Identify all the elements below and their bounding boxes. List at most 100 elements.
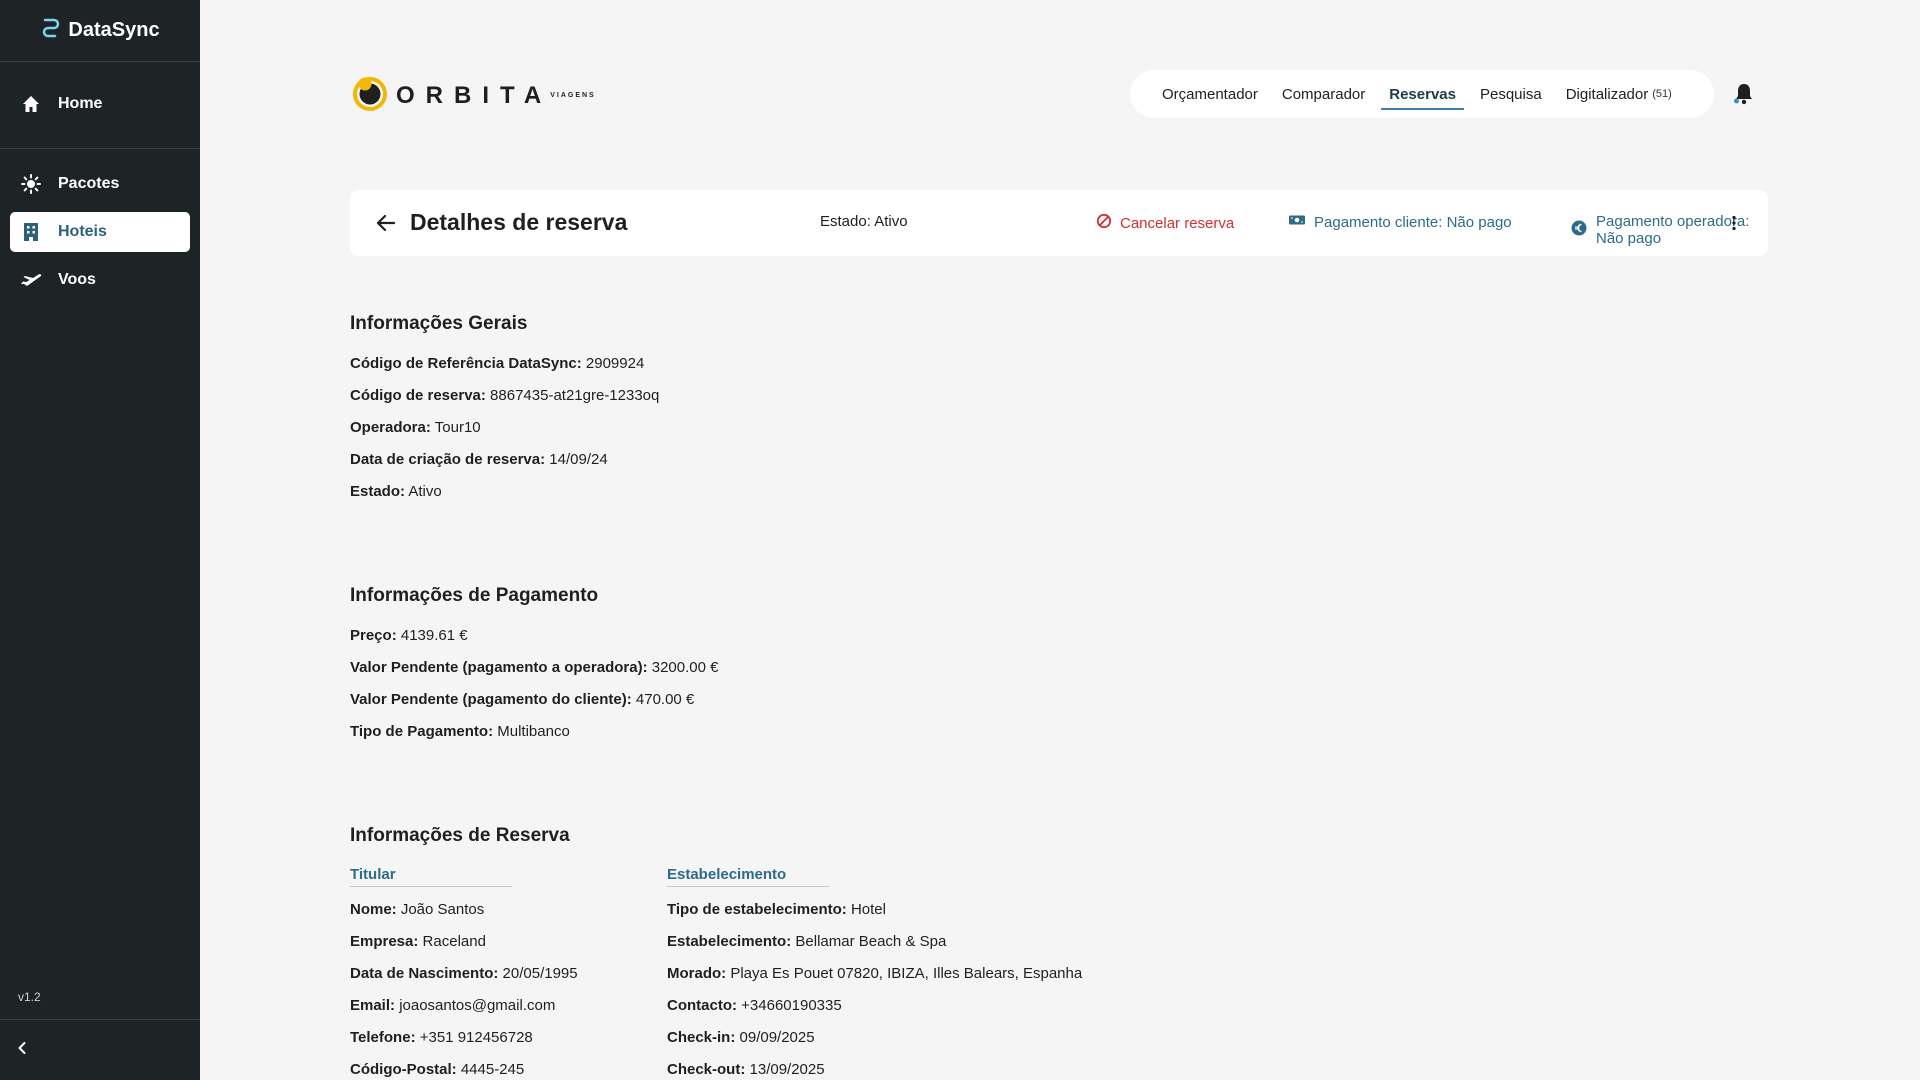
airplane-icon xyxy=(20,269,42,291)
sidebar-item-label: Home xyxy=(58,95,103,112)
booking-header: Detalhes de reserva Estado: Ativo Cancel… xyxy=(350,190,1768,256)
sidebar-item-voos[interactable]: Voos xyxy=(10,260,190,300)
general-row-booking-code: Código de reserva: 8867435-at21gre-1233o… xyxy=(350,387,659,404)
booking-status: Estado: Ativo xyxy=(820,213,908,230)
field-value: 13/09/2025 xyxy=(749,1061,825,1078)
field-label: Valor Pendente (pagamento a operadora): xyxy=(350,659,648,676)
field-value: Raceland xyxy=(422,933,486,950)
chevron-left-icon xyxy=(14,1040,30,1061)
establishment-row-address: Morado: Playa Es Pouet 07820, IBIZA, Ill… xyxy=(667,965,1082,982)
field-value: 14/09/24 xyxy=(549,451,608,468)
holder-row-company: Empresa: Raceland xyxy=(350,933,486,950)
field-label: Tipo de Pagamento: xyxy=(350,723,494,740)
topnav-label: Reservas xyxy=(1389,85,1456,103)
sidebar-divider xyxy=(0,148,200,149)
top-navigation: Orçamentador Comparador Reservas Pesquis… xyxy=(1130,70,1714,118)
field-label: Email: xyxy=(350,997,396,1014)
holder-subheading: Titular xyxy=(350,866,512,887)
main-content: ORBITA VIAGENS Orçamentador Comparador R… xyxy=(200,0,1920,1080)
general-row-status: Estado: Ativo xyxy=(350,483,442,500)
notifications-button[interactable] xyxy=(1732,82,1756,106)
field-value: Multibanco xyxy=(497,723,570,740)
field-value: Bellamar Beach & Spa xyxy=(795,933,947,950)
cancel-booking-label: Cancelar reserva xyxy=(1120,214,1235,232)
field-label: Check-out: xyxy=(667,1061,746,1078)
sidebar-item-home[interactable]: Home xyxy=(10,84,190,124)
field-value: 3200.00 € xyxy=(651,659,719,676)
establishment-row-type: Tipo de estabelecimento: Hotel xyxy=(667,901,886,918)
establishment-subheading: Estabelecimento xyxy=(667,866,829,887)
block-icon xyxy=(1096,213,1112,233)
payment-row-client-pending: Valor Pendente (pagamento do cliente): 4… xyxy=(350,691,694,708)
more-options-button[interactable] xyxy=(1722,211,1746,235)
datasync-logo-icon xyxy=(40,17,60,44)
bell-icon xyxy=(1732,84,1756,110)
field-label: Nome: xyxy=(350,901,397,918)
field-value: Ativo xyxy=(408,483,442,500)
field-label: Tipo de estabelecimento: xyxy=(667,901,847,918)
app-name: DataSync xyxy=(68,19,160,41)
establishment-row-checkout: Check-out: 13/09/2025 xyxy=(667,1061,825,1078)
topnav-reservas[interactable]: Reservas xyxy=(1381,70,1464,118)
page-title: Detalhes de reserva xyxy=(410,209,628,235)
payment-row-price: Preço: 4139.61 € xyxy=(350,627,468,644)
digitalizador-count-badge: (51) xyxy=(1652,88,1672,100)
topnav-pesquisa[interactable]: Pesquisa xyxy=(1472,70,1550,118)
field-value: 09/09/2025 xyxy=(739,1029,815,1046)
topnav-label: Digitalizador xyxy=(1565,85,1649,103)
field-label: Estado: xyxy=(350,483,406,500)
logo-subtitle: VIAGENS xyxy=(550,92,596,99)
sun-icon xyxy=(20,173,42,195)
field-value: 470.00 € xyxy=(635,691,695,708)
collapse-sidebar-button[interactable] xyxy=(0,1019,200,1080)
field-label: Data de criação de reserva: xyxy=(350,451,546,468)
cancel-booking-button[interactable]: Cancelar reserva xyxy=(1096,213,1234,233)
field-label: Estabelecimento: xyxy=(667,933,792,950)
sidebar-item-hoteis[interactable]: Hoteis xyxy=(10,212,190,252)
topnav-comparador[interactable]: Comparador xyxy=(1274,70,1373,118)
general-info-title: Informações Gerais xyxy=(350,313,528,334)
arrow-left-icon xyxy=(374,214,398,239)
sidebar-item-pacotes[interactable]: Pacotes xyxy=(10,164,190,204)
field-label: Empresa: xyxy=(350,933,419,950)
logo-wordmark: ORBITA xyxy=(396,81,553,109)
back-button[interactable] xyxy=(374,211,398,235)
establishment-row-name: Estabelecimento: Bellamar Beach & Spa xyxy=(667,933,946,950)
field-value: 2909924 xyxy=(585,355,645,372)
field-label: Operadora: xyxy=(350,419,431,436)
topnav-orcamentador[interactable]: Orçamentador xyxy=(1154,70,1266,118)
topnav-label: Pesquisa xyxy=(1479,85,1542,103)
field-value: Playa Es Pouet 07820, IBIZA, Illes Balea… xyxy=(730,965,1083,982)
holder-row-name: Nome: João Santos xyxy=(350,901,484,918)
general-row-created: Data de criação de reserva: 14/09/24 xyxy=(350,451,608,468)
field-label: Morado: xyxy=(667,965,727,982)
field-value: +34660190335 xyxy=(741,997,842,1014)
field-value: 8867435-at21gre-1233oq xyxy=(490,387,660,404)
field-value: 20/05/1995 xyxy=(502,965,578,982)
topnav-digitalizador[interactable]: Digitalizador (51) xyxy=(1558,70,1680,118)
sidebar-item-label: Voos xyxy=(58,271,96,288)
field-label: Contacto: xyxy=(667,997,737,1014)
holder-row-postal: Código-Postal: 4445-245 xyxy=(350,1061,524,1078)
establishment-row-checkin: Check-in: 09/09/2025 xyxy=(667,1029,815,1046)
field-value: João Santos xyxy=(400,901,485,918)
orbita-logo[interactable]: ORBITA VIAGENS xyxy=(350,73,596,118)
home-icon xyxy=(20,93,42,115)
field-value: 4139.61 € xyxy=(400,627,468,644)
field-label: Check-in: xyxy=(667,1029,736,1046)
app-brand[interactable]: DataSync xyxy=(0,0,200,62)
field-label: Código-Postal: xyxy=(350,1061,457,1078)
general-row-operator: Operadora: Tour10 xyxy=(350,419,481,436)
orbita-logo-icon xyxy=(350,73,390,118)
field-value: +351 912456728 xyxy=(419,1029,533,1046)
field-label: Telefone: xyxy=(350,1029,416,1046)
payment-row-operator-pending: Valor Pendente (pagamento a operadora): … xyxy=(350,659,718,676)
topnav-label: Orçamentador xyxy=(1162,85,1258,103)
client-payment-button[interactable]: Pagamento cliente: Não pago xyxy=(1288,213,1512,231)
field-label: Valor Pendente (pagamento do cliente): xyxy=(350,691,632,708)
topnav-label: Comparador xyxy=(1281,85,1366,103)
booking-info-title: Informações de Reserva xyxy=(350,825,570,846)
more-vertical-icon xyxy=(1722,215,1746,239)
cash-icon xyxy=(1288,213,1306,231)
general-row-reference: Código de Referência DataSync: 2909924 xyxy=(350,355,644,372)
